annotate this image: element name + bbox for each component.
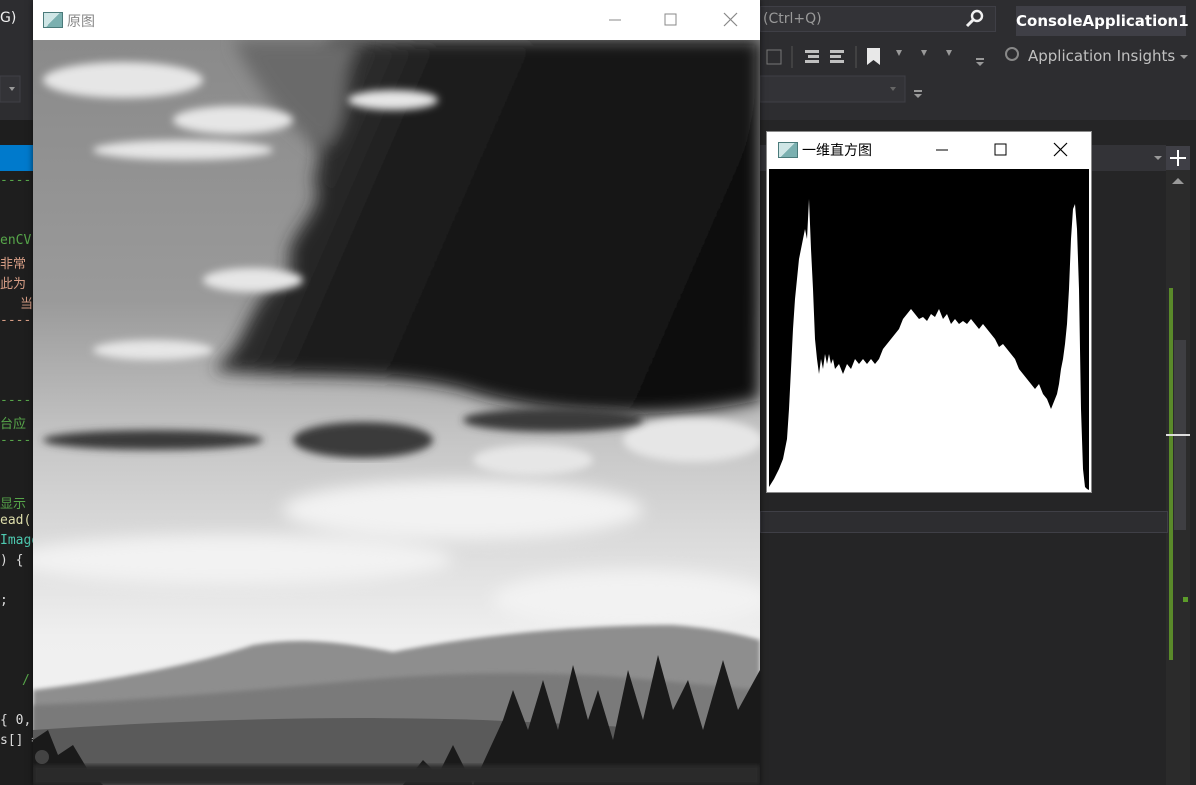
original-image-window[interactable]: 原图: [33, 0, 760, 785]
histogram-window[interactable]: 一维直方图: [766, 131, 1092, 493]
search-icon[interactable]: [964, 8, 986, 30]
maximize-button[interactable]: [981, 135, 1021, 165]
output-strip: [760, 511, 1168, 533]
search-placeholder: (Ctrl+Q): [763, 11, 822, 27]
code-line: /: [22, 673, 30, 688]
minimize-button[interactable]: [595, 5, 635, 35]
code-line: enCV: [0, 233, 32, 248]
close-button[interactable]: [1040, 135, 1080, 165]
code-line: 非常: [0, 257, 27, 272]
code-line: ) {: [0, 553, 32, 568]
application-insights-button[interactable]: Application Insights: [1028, 47, 1175, 65]
code-line: 台应: [0, 417, 27, 432]
menu-fragment[interactable]: G): [0, 10, 16, 26]
window-title: 一维直方图: [802, 143, 872, 159]
code-line: 此为: [0, 277, 27, 292]
grayscale-landscape-image: [33, 40, 760, 785]
code-line: ----: [0, 313, 32, 328]
histogram-image: [769, 169, 1089, 490]
maximize-button[interactable]: [651, 5, 691, 35]
scroll-position-marker: [1166, 434, 1190, 436]
code-line: 当: [20, 297, 34, 312]
quick-launch-search[interactable]: (Ctrl+Q): [760, 6, 996, 32]
split-icon[interactable]: [1166, 146, 1190, 170]
code-line: ead(: [0, 513, 32, 528]
solution-name: ConsoleApplication1: [1016, 6, 1189, 36]
window-titlebar[interactable]: 一维直方图: [767, 132, 1091, 168]
change-tracking-bar: [1169, 288, 1173, 660]
code-line: { 0,: [0, 713, 32, 728]
close-button[interactable]: [710, 5, 750, 35]
code-editor[interactable]: --------- enCV 非常 此为 当 ---- ------ 台应 --…: [0, 145, 70, 785]
image-overlay-icon: [35, 750, 49, 764]
window-icon: [778, 142, 798, 158]
code-line: 显示: [0, 497, 27, 512]
minimize-button[interactable]: [922, 135, 962, 165]
window-icon: [43, 12, 63, 28]
window-titlebar[interactable]: 原图: [33, 0, 760, 40]
code-line: ;: [0, 593, 8, 608]
green-marker: [1183, 597, 1188, 602]
window-title: 原图: [67, 14, 95, 30]
